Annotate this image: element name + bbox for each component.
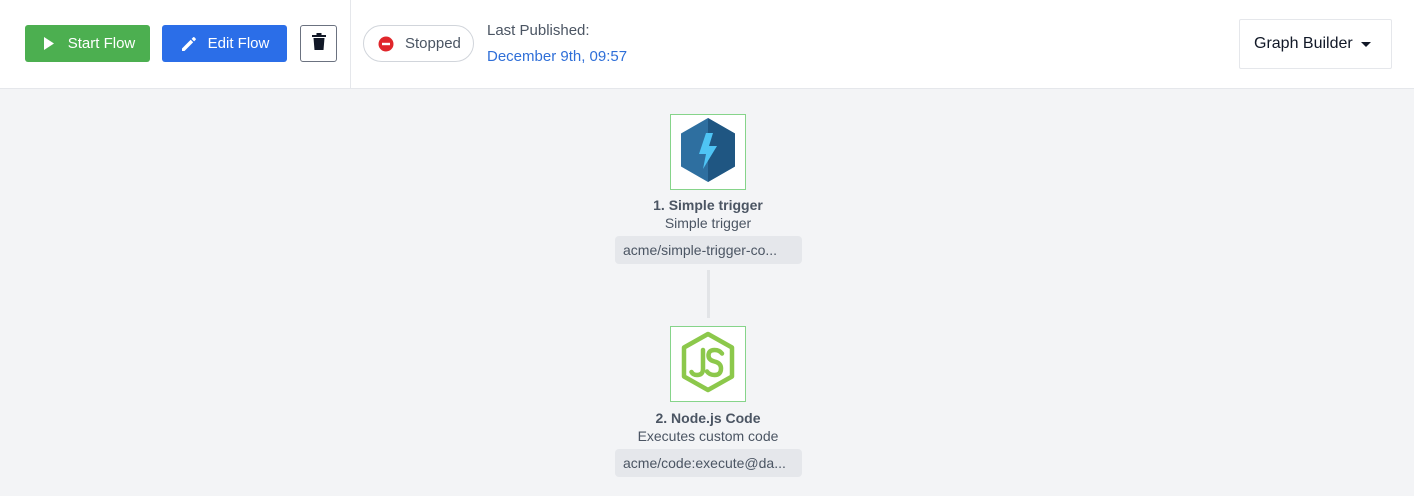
edit-flow-label: Edit Flow (207, 35, 270, 52)
view-mode-dropdown[interactable]: Graph Builder (1239, 19, 1392, 69)
flow-node-1-component[interactable]: acme/simple-trigger-co... (615, 236, 802, 264)
flow-node-2-description: Executes custom code (637, 428, 779, 444)
flow-node-2-component[interactable]: acme/code:execute@da... (615, 449, 802, 477)
toolbar-divider (350, 0, 351, 88)
chevron-down-icon (1360, 41, 1371, 47)
flow-connector (707, 270, 710, 318)
delete-flow-button[interactable] (300, 25, 337, 62)
trash-icon (311, 32, 326, 55)
flow-node-2-title: 2. Node.js Code (655, 410, 761, 426)
status-text: Stopped (405, 35, 461, 52)
start-flow-label: Start Flow (67, 35, 136, 52)
flow-node-1-title: 1. Simple trigger (653, 197, 763, 213)
status-badge: Stopped (363, 25, 474, 62)
play-icon (40, 35, 58, 53)
pencil-icon (180, 35, 198, 53)
flow-toolbar: Start Flow Edit Flow Stopped Last Publis… (0, 0, 1414, 89)
flow-node-2-icon[interactable] (670, 326, 746, 402)
stop-icon (378, 36, 394, 52)
lightning-hexagon-icon (679, 117, 737, 188)
edit-flow-button[interactable]: Edit Flow (162, 25, 287, 62)
view-mode-label: Graph Builder (1254, 35, 1353, 52)
last-published-label: Last Published: (487, 22, 590, 39)
nodejs-icon (680, 331, 736, 398)
flow-node-1-description: Simple trigger (664, 215, 752, 231)
start-flow-button[interactable]: Start Flow (25, 25, 150, 62)
flow-node-1-icon[interactable] (670, 114, 746, 190)
last-published-date: December 9th, 09:57 (487, 48, 628, 65)
